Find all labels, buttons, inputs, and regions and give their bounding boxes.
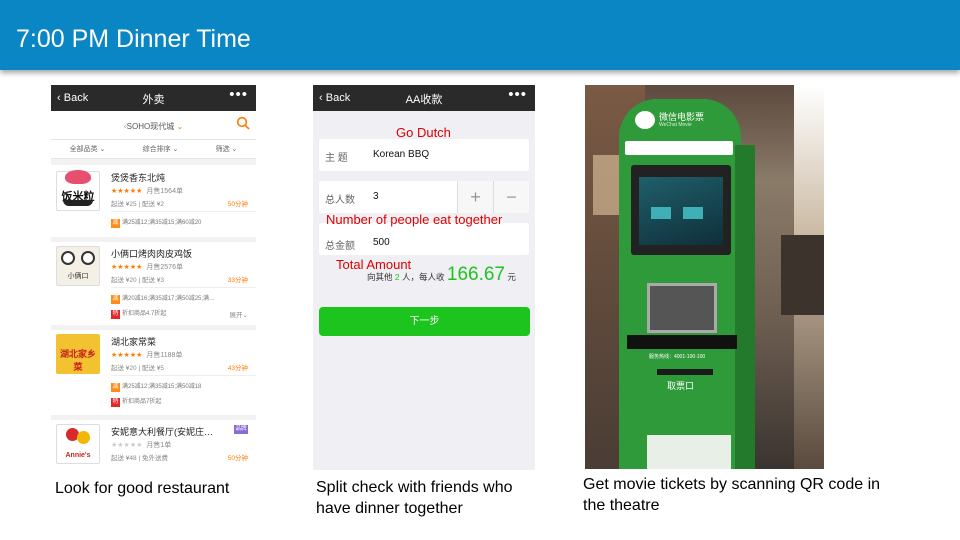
- rating-stars: ★★★★★ 月售2576单: [111, 264, 183, 271]
- restaurant-logo: Annie's: [56, 424, 100, 464]
- annotation-people-count: Number of people eat together: [326, 212, 503, 227]
- caption-movie-line2: the theatre: [583, 497, 660, 514]
- promo-line: 减满25减12;满35减15;满50减18: [111, 383, 202, 392]
- restaurant-item[interactable]: 饭米粒 煲煲香东北炖 ★★★★★ 月售1564单 起送 ¥25 | 配送 ¥2 5…: [51, 165, 256, 245]
- amount-value[interactable]: 500: [373, 237, 390, 248]
- wechat-movie-logo: [635, 111, 655, 129]
- kiosk-screen: [639, 177, 723, 245]
- rating-stars: ★★★★★ 月售1188单: [111, 352, 183, 359]
- promo-line: 特折扣商品7折起: [111, 398, 162, 407]
- ticket-printer: [647, 283, 717, 333]
- restaurant-item[interactable]: Annie's 安妮意大利餐厅(安妮庄… 品牌 ★★★★★ 月售1单 起送 ¥48…: [51, 415, 256, 470]
- per-person-amount: 166.67: [446, 264, 506, 285]
- divider: [111, 287, 256, 288]
- brand-badge: 品牌: [234, 425, 248, 434]
- restaurant-logo: 饭米粒: [56, 170, 100, 211]
- slide-title-bar: 7:00 PM Dinner Time: [0, 0, 960, 70]
- divider: [111, 375, 256, 376]
- lower-panel: [647, 435, 731, 469]
- amount-label: 总金额: [325, 241, 355, 252]
- decrement-button[interactable]: −: [493, 181, 529, 213]
- delivery-info: 起送 ¥25 | 配送 ¥2: [111, 201, 164, 208]
- kiosk-side: [735, 145, 755, 469]
- delivery-time: 50分钟: [227, 201, 248, 208]
- subject-row[interactable]: 主 题 Korean BBQ: [319, 139, 529, 171]
- promo-line: 减满20减16;满35减17;满50减25;满…: [111, 295, 216, 304]
- photo-ticket-kiosk: 微信电影票 WeChat Movie 服务热线：4001-100-100 取票口: [585, 85, 824, 469]
- payment-logos-strip: [625, 141, 733, 155]
- slide-title: 7:00 PM Dinner Time: [16, 25, 251, 53]
- delivery-time: 43分钟: [227, 365, 248, 372]
- delivery-time: 33分钟: [227, 277, 248, 284]
- delivery-info: 起送 ¥48 | 免外送费: [111, 455, 168, 462]
- annotation-go-dutch: Go Dutch: [396, 125, 451, 140]
- annotation-total-amount: Total Amount: [336, 257, 412, 272]
- kiosk-header: 微信电影票 WeChat Movie: [629, 105, 733, 135]
- restaurant-name: 煲煲香东北炖: [111, 173, 166, 183]
- caption-split-line1: Split check with friends who: [316, 479, 513, 496]
- location-bar: ◦SOHO现代城 ⌄: [51, 111, 256, 139]
- subject-value[interactable]: Korean BBQ: [373, 149, 429, 160]
- people-count-row: 总人数 3 + −: [319, 181, 529, 213]
- filter-bar: 全部品类 ⌄ 综合排序 ⌄ 筛选 ⌄: [51, 139, 256, 159]
- delivery-info: 起送 ¥20 | 配送 ¥3: [111, 277, 164, 284]
- restaurant-item[interactable]: 小俩口 小俩口烤肉肉皮鸡饭 ★★★★★ 月售2576单 起送 ¥20 | 配送 ¥…: [51, 237, 256, 329]
- amount-row[interactable]: 总金额 500: [319, 223, 529, 255]
- filter-category[interactable]: 全部品类 ⌄: [70, 144, 106, 154]
- filter-options[interactable]: 筛选 ⌄: [216, 144, 238, 154]
- search-icon[interactable]: [236, 116, 250, 130]
- filter-sort[interactable]: 综合排序 ⌄: [143, 144, 179, 154]
- caption-restaurant: Look for good restaurant: [55, 480, 230, 497]
- ticket-slot: [657, 369, 713, 375]
- rating-stars: ★★★★★ 月售1单: [111, 442, 172, 449]
- count-value[interactable]: 3: [373, 191, 379, 202]
- navbar-title: AA收款: [405, 94, 443, 106]
- caption-split-line2: have dinner together: [316, 500, 463, 517]
- screenshot-restaurant-list: ‹ Back 外卖 ••• ◦SOHO现代城 ⌄ 全部品类 ⌄ 综合排序 ⌄ 筛…: [51, 85, 256, 470]
- promo-line: 特折扣商品4.7折起: [111, 310, 167, 319]
- kiosk-brand-en: WeChat Movie: [659, 122, 692, 128]
- navbar-title: 外卖: [142, 94, 165, 106]
- restaurant-item[interactable]: 湖北家乡菜 湖北家常菜 ★★★★★ 月售1188单 起送 ¥20 | 配送 ¥5 …: [51, 325, 256, 415]
- restaurant-name: 小俩口烤肉肉皮鸡饭: [111, 249, 193, 259]
- delivery-time: 50分钟: [227, 455, 248, 462]
- location-selector[interactable]: ◦SOHO现代城 ⌄: [51, 121, 256, 132]
- next-step-button[interactable]: 下一步: [319, 307, 530, 336]
- expand-link[interactable]: 展开⌄: [230, 309, 248, 319]
- more-menu-icon[interactable]: •••: [229, 86, 248, 103]
- count-label: 总人数: [325, 195, 355, 206]
- navbar: ‹ Back 外卖 •••: [51, 85, 256, 111]
- restaurant-name: 湖北家常菜: [111, 337, 157, 347]
- info-strip: [627, 335, 737, 349]
- hotline-text: 服务热线：4001-100-100: [649, 354, 706, 360]
- navbar: ‹ Back AA收款 •••: [313, 85, 535, 111]
- delivery-info: 起送 ¥20 | 配送 ¥5: [111, 365, 164, 372]
- restaurant-name: 安妮意大利餐厅(安妮庄…: [111, 427, 213, 437]
- divider: [111, 211, 256, 212]
- screenshot-aa-split: ‹ Back AA收款 ••• 主 题 Korean BBQ 总人数 3 + −…: [313, 85, 535, 470]
- increment-button[interactable]: +: [457, 181, 493, 213]
- more-menu-icon[interactable]: •••: [508, 86, 527, 103]
- ticket-slot-label: 取票口: [667, 381, 695, 391]
- rating-stars: ★★★★★ 月售1564单: [111, 188, 183, 195]
- restaurant-logo: 小俩口: [56, 246, 100, 286]
- restaurant-logo: 湖北家乡菜: [56, 334, 100, 374]
- promo-line: 减满25减12;满35减15;满60减20: [111, 219, 202, 228]
- subject-label: 主 题: [325, 153, 348, 164]
- caption-movie-line1: Get movie tickets by scanning QR code in: [583, 476, 881, 493]
